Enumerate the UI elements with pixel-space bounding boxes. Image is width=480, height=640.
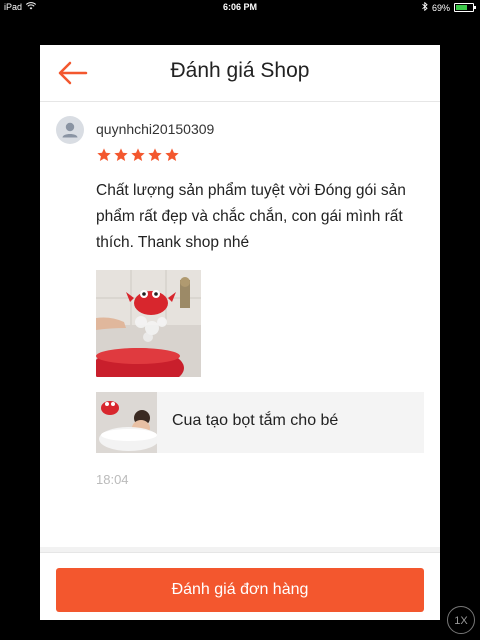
- bluetooth-icon: [422, 1, 428, 13]
- shop-review-screen: Đánh giá Shop quynhchi20150309 Chất lượn…: [40, 45, 440, 620]
- product-card[interactable]: Cua tạo bọt tắm cho bé: [96, 392, 424, 453]
- user-icon: [62, 122, 78, 138]
- star-icon: [148, 148, 162, 161]
- battery-fill: [456, 5, 468, 10]
- product-thumbnail: [96, 392, 159, 453]
- product-name: Cua tạo bọt tắm cho bé: [172, 412, 339, 429]
- review-time: 18:04: [96, 472, 129, 487]
- status-time: 6:06 PM: [222, 2, 257, 12]
- zoom-badge[interactable]: 1X: [447, 606, 475, 634]
- avatar[interactable]: [56, 116, 84, 144]
- star-icon: [97, 148, 111, 161]
- star-icon: [165, 148, 179, 161]
- battery-icon: [454, 3, 476, 12]
- rate-order-button[interactable]: Đánh giá đơn hàng: [56, 568, 424, 612]
- status-right: 69%: [422, 1, 476, 13]
- header: Đánh giá Shop: [40, 45, 440, 102]
- star-rating: [96, 147, 180, 163]
- status-bar: iPad 6:06 PM 69%: [0, 0, 480, 14]
- review-photo[interactable]: [92, 270, 201, 388]
- reviewer-username: quynhchi20150309: [96, 121, 215, 137]
- page-title: Đánh giá Shop: [170, 59, 310, 82]
- review-card: quynhchi20150309 Chất lượng sản phẩm tuy…: [40, 102, 440, 547]
- footer: Đánh giá đơn hàng: [40, 552, 440, 620]
- star-icon: [114, 148, 128, 161]
- review-text: Chất lượng sản phẩm tuyệt vời Đóng gói s…: [96, 182, 406, 251]
- battery-percent: 69%: [431, 2, 450, 13]
- star-icon: [131, 148, 145, 161]
